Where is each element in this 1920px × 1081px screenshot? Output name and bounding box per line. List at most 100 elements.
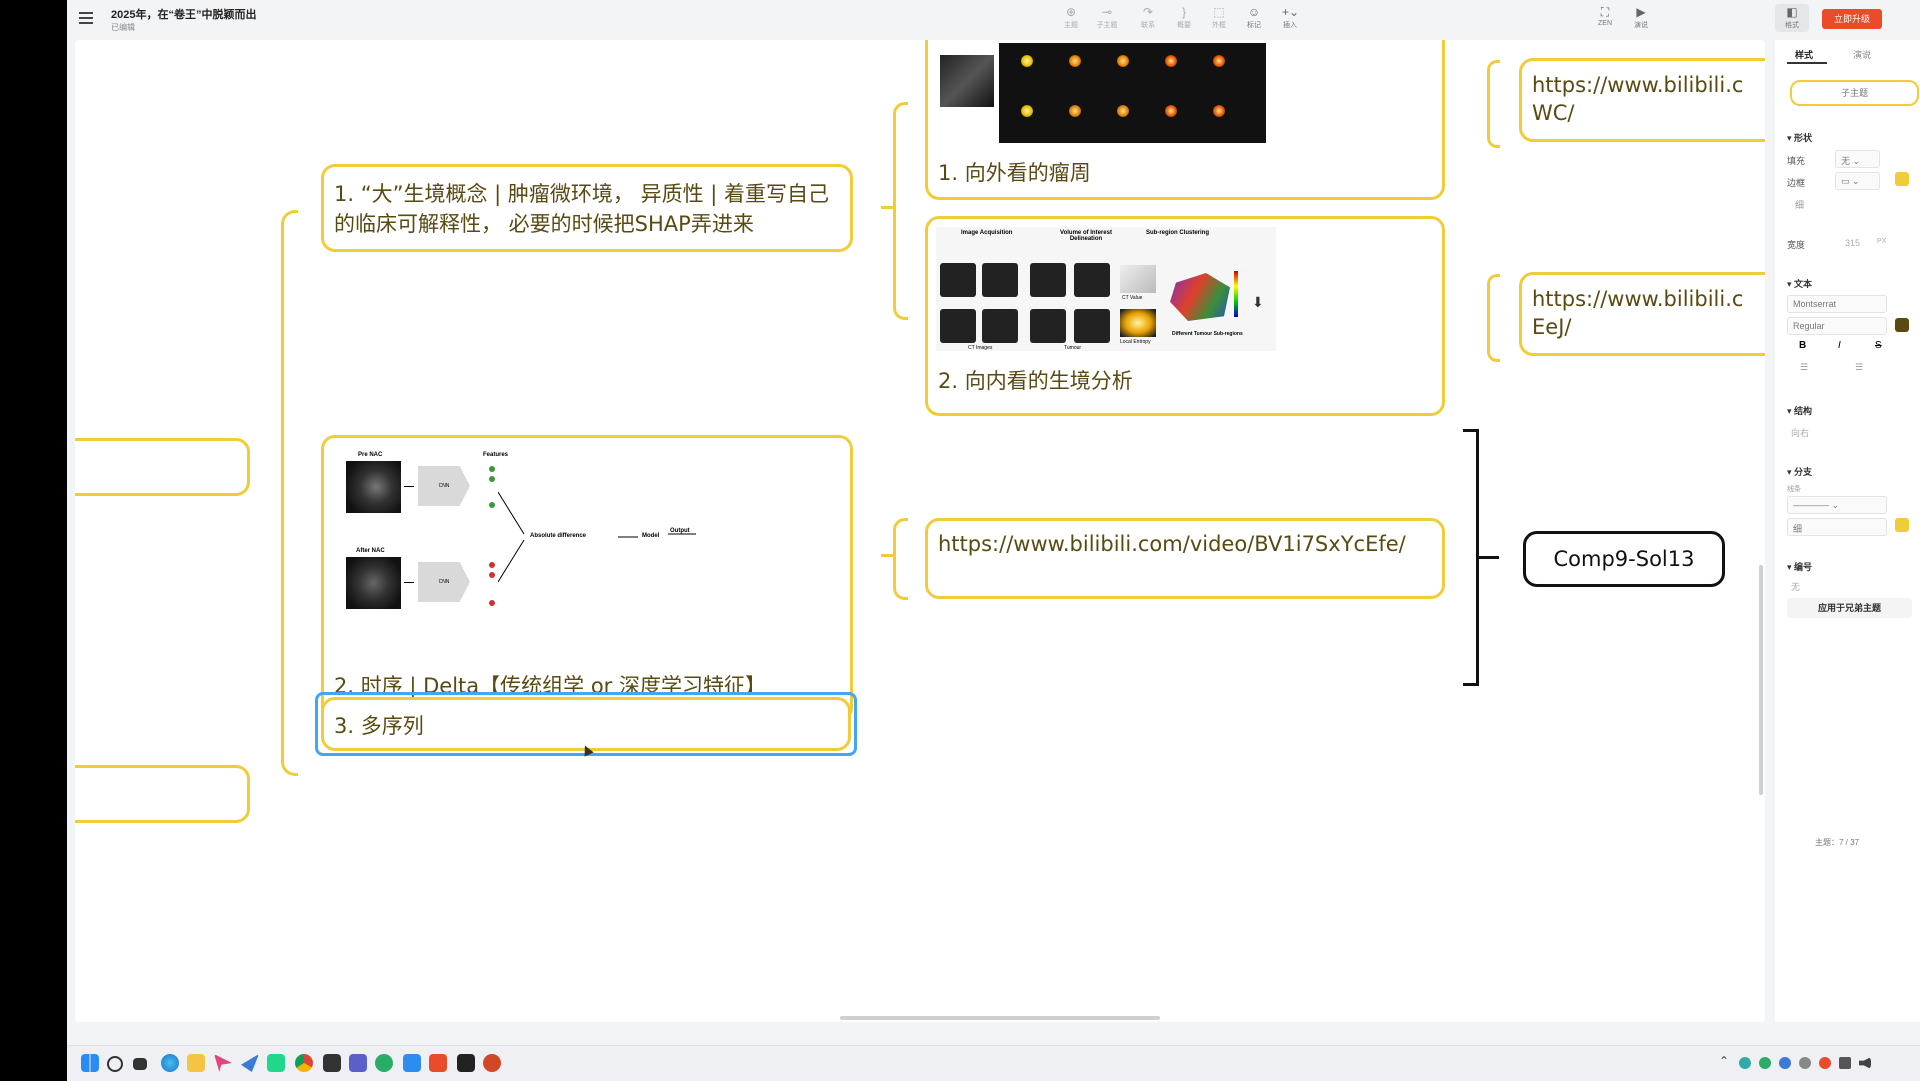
shape-header[interactable]: ▾ 形状 bbox=[1787, 131, 1812, 144]
structure-value[interactable]: 向右 bbox=[1791, 426, 1809, 439]
structure-header-label: 结构 bbox=[1794, 406, 1813, 416]
branch-color-swatch[interactable] bbox=[1895, 518, 1909, 532]
width-value[interactable]: 315 bbox=[1845, 238, 1860, 248]
task-view-icon[interactable] bbox=[133, 1058, 147, 1070]
font-weight-value: Regular bbox=[1793, 321, 1825, 331]
pycharm-icon[interactable] bbox=[267, 1054, 285, 1072]
tray-icon[interactable] bbox=[1779, 1057, 1791, 1069]
align-center-icon[interactable]: ☰ bbox=[1855, 362, 1863, 373]
app-icon[interactable] bbox=[403, 1054, 421, 1072]
numbering-value[interactable]: 无 bbox=[1791, 580, 1800, 593]
tray-icon[interactable] bbox=[1819, 1057, 1831, 1069]
link-main-text[interactable]: https://www.bilibili.com/video/BV1i7SxYc… bbox=[938, 530, 1438, 558]
structure-header[interactable]: ▾ 结构 bbox=[1787, 404, 1812, 417]
topic-node-delta[interactable]: Pre NAC CNN Features After NAC CNN Absol… bbox=[321, 435, 853, 722]
link-node-main[interactable]: https://www.bilibili.com/video/BV1i7SxYc… bbox=[925, 518, 1445, 599]
search-icon[interactable] bbox=[107, 1056, 123, 1072]
menu-icon[interactable] bbox=[79, 12, 93, 24]
subtopic-tool[interactable]: ⊸ 子主题 bbox=[1090, 6, 1124, 30]
link-mid-line1[interactable]: https://www.bilibili.c bbox=[1532, 285, 1743, 313]
summary-node[interactable]: Comp9-Sol13 bbox=[1523, 531, 1725, 587]
link-node-top[interactable]: https://www.bilibili.c WC/ bbox=[1519, 58, 1765, 142]
volume-icon[interactable] bbox=[1859, 1057, 1871, 1069]
text-header[interactable]: ▾ 文本 bbox=[1787, 277, 1812, 290]
text-color-swatch[interactable] bbox=[1895, 318, 1909, 332]
topic-tool[interactable]: ⊕ 主题 bbox=[1054, 6, 1088, 30]
xmind-icon[interactable] bbox=[429, 1054, 447, 1072]
upgrade-button[interactable]: 立即升级 bbox=[1822, 9, 1882, 29]
line-style-select[interactable]: ———— ⌄ bbox=[1787, 496, 1887, 514]
link-top-line1[interactable]: https://www.bilibili.c bbox=[1532, 71, 1743, 99]
strike-button[interactable]: S bbox=[1875, 340, 1882, 351]
width-label: 宽度 bbox=[1787, 240, 1806, 250]
habitat-pipeline-image: Image Acquisition Volume of Interest Del… bbox=[936, 227, 1276, 351]
parent-node-stub[interactable] bbox=[75, 438, 250, 496]
border-color-swatch[interactable] bbox=[1895, 172, 1909, 186]
tab-present[interactable]: 演说 bbox=[1853, 48, 1871, 61]
tray-chevron-icon[interactable]: ⌃ bbox=[1719, 1054, 1729, 1068]
relation-tool[interactable]: ↷ 联系 bbox=[1131, 6, 1165, 30]
line-width-select[interactable]: 细 bbox=[1787, 518, 1887, 536]
boundary-tool[interactable]: ⬚ 外框 bbox=[1202, 6, 1236, 30]
sibling-node-stub[interactable] bbox=[75, 765, 250, 823]
fill-select-value: 无 bbox=[1841, 156, 1851, 166]
smiley-icon: ☺ bbox=[1247, 5, 1261, 19]
tray-icon[interactable] bbox=[1799, 1057, 1811, 1069]
tray-icon[interactable] bbox=[1839, 1057, 1851, 1069]
topic-node-habitat[interactable]: 1. “大”生境概念 | 肿瘤微环境， 异质性 | 着重写自己的临床可解释性， … bbox=[321, 164, 853, 252]
powerpoint-icon[interactable] bbox=[483, 1054, 501, 1072]
chrome-icon[interactable] bbox=[295, 1054, 313, 1072]
insert-tool[interactable]: +⌄ 插入 bbox=[1273, 6, 1307, 30]
present-tool[interactable]: ▶ 演说 bbox=[1624, 6, 1658, 30]
tab-style[interactable]: 样式 bbox=[1795, 48, 1813, 61]
format-panel-toggle[interactable]: ◧ 格式 bbox=[1775, 4, 1809, 32]
app-icon[interactable] bbox=[241, 1054, 259, 1072]
horizontal-scrollbar[interactable] bbox=[840, 1016, 1160, 1020]
marker-tool[interactable]: ☺ 标记 bbox=[1237, 6, 1271, 30]
summary-tool[interactable]: } 概要 bbox=[1167, 6, 1201, 30]
border-style-select[interactable]: ▭ ⌄ bbox=[1835, 172, 1880, 190]
font-family-select[interactable]: Montserrat bbox=[1787, 295, 1887, 313]
subtopic-style-button[interactable]: 子主题 bbox=[1790, 80, 1919, 106]
ct-images-label: CT Images bbox=[968, 345, 993, 351]
file-explorer-icon[interactable] bbox=[187, 1054, 205, 1072]
topic-node-multiseq[interactable]: 3. 多序列 bbox=[321, 697, 851, 751]
numbering-header[interactable]: ▾ 编号 bbox=[1787, 560, 1812, 573]
edge-icon[interactable] bbox=[161, 1054, 179, 1072]
boundary-tool-label: 外框 bbox=[1212, 22, 1226, 29]
entropy-thumb bbox=[1120, 309, 1156, 337]
link-top-line2[interactable]: WC/ bbox=[1532, 99, 1575, 127]
font-family-value: Montserrat bbox=[1793, 299, 1837, 309]
app-icon[interactable] bbox=[323, 1054, 341, 1072]
link-mid-line2[interactable]: EeJ/ bbox=[1532, 313, 1571, 341]
topic-icon: ⊕ bbox=[1065, 5, 1077, 19]
app-window: 2025年，在“卷王”中脱颖而出 已编辑 ⊕ 主题 ⊸ 子主题 ↷ 联系 } 概要 ⬚ 外… bbox=[67, 0, 1920, 1045]
tab-style-underline bbox=[1787, 62, 1827, 64]
branch-header[interactable]: ▾ 分支 bbox=[1787, 465, 1812, 478]
italic-button[interactable]: I bbox=[1838, 340, 1841, 351]
present-tool-label: 演说 bbox=[1634, 22, 1648, 29]
wechat-icon[interactable] bbox=[375, 1054, 393, 1072]
absdiff-label: Absolute difference bbox=[530, 533, 587, 539]
terminal-icon[interactable] bbox=[457, 1054, 475, 1072]
child-node-peritumoral[interactable]: 1. 向外看的瘤周 bbox=[925, 40, 1445, 200]
child-habitat-text: 2. 向内看的生境分析 bbox=[938, 369, 1133, 393]
font-weight-select[interactable]: Regular bbox=[1787, 317, 1887, 335]
bold-button[interactable]: B bbox=[1799, 340, 1806, 351]
align-left-icon[interactable]: ☰ bbox=[1800, 362, 1808, 373]
tray-icon[interactable] bbox=[1759, 1057, 1771, 1069]
apply-siblings-button[interactable]: 应用于兄弟主题 bbox=[1787, 598, 1912, 618]
document-title[interactable]: 2025年，在“卷王”中脱颖而出 bbox=[111, 6, 256, 22]
app-icon[interactable] bbox=[349, 1054, 367, 1072]
link-node-mid[interactable]: https://www.bilibili.c EeJ/ bbox=[1519, 272, 1765, 356]
mindmap-canvas[interactable]: 1. “大”生境概念 | 肿瘤微环境， 异质性 | 着重写自己的临床可解释性， … bbox=[75, 40, 1765, 1022]
windows-start-icon[interactable] bbox=[81, 1054, 99, 1072]
vertical-scrollbar[interactable] bbox=[1759, 565, 1763, 795]
child-node-habitat-analysis[interactable]: Image Acquisition Volume of Interest Del… bbox=[925, 216, 1445, 416]
tray-icon[interactable] bbox=[1739, 1057, 1751, 1069]
topic-multiseq-text: 3. 多序列 bbox=[334, 714, 424, 738]
step2-label: Volume of Interest Delineation bbox=[1060, 230, 1112, 242]
app-icon[interactable] bbox=[214, 1054, 232, 1072]
fill-select[interactable]: 无 ⌄ bbox=[1835, 150, 1880, 168]
zen-tool[interactable]: ⛶ ZEN bbox=[1588, 6, 1622, 27]
